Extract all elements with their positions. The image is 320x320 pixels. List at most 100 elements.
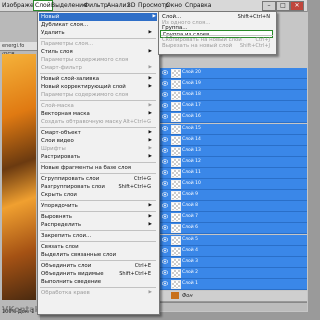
layer-name: Слой 10 <box>182 181 201 186</box>
visibility-eye-icon[interactable] <box>161 247 169 253</box>
layer-row[interactable]: Слой 3 <box>160 256 307 268</box>
menu-help[interactable]: Справка <box>184 1 212 10</box>
submenu-arrow-icon: ▶ <box>148 203 152 208</box>
layer-thumbnail <box>171 292 179 299</box>
menu-item-label: Скрыть слои <box>41 192 77 198</box>
menu-item[interactable]: Новые фрагменты на базе слоя <box>41 164 153 172</box>
menu-item[interactable]: Дубликат слоя... <box>41 21 153 29</box>
layer-row[interactable]: Слой 4 <box>160 245 307 257</box>
menu-separator <box>40 230 156 231</box>
menu-item: Параметры содержимого слоя <box>41 91 153 99</box>
visibility-eye-icon[interactable] <box>161 81 169 86</box>
layer-row[interactable]: Слой 1 <box>160 278 307 290</box>
visibility-eye-icon[interactable] <box>161 170 169 175</box>
layer-thumbnail <box>171 180 181 189</box>
menu-item[interactable]: Распределить ▶ <box>41 221 153 229</box>
visibility-eye-icon[interactable] <box>161 281 169 286</box>
layer-row[interactable]: Слой 8 <box>160 201 307 213</box>
menu-item[interactable]: Новый слой-заливка ▶ <box>41 75 153 83</box>
menu-separator <box>40 73 156 74</box>
menu-item[interactable]: Слои видео ▶ <box>41 137 153 145</box>
menu-item[interactable]: Векторная маска ▶ <box>41 110 153 118</box>
layer-row-background[interactable]: Фон <box>160 291 307 302</box>
visibility-eye-icon[interactable] <box>161 70 169 75</box>
menu-item[interactable]: Выровнять ▶ <box>41 213 153 221</box>
visibility-eye-icon[interactable] <box>161 92 169 97</box>
menu-item[interactable]: Новый корректирующий слой ▶ <box>41 83 153 91</box>
menu-item-label: Объединить слои <box>41 263 92 269</box>
menu-3d[interactable]: 3D <box>126 1 136 10</box>
visibility-eye-icon[interactable] <box>161 214 169 219</box>
minimize-button[interactable]: – <box>262 1 276 11</box>
menu-item[interactable]: Выполнить сведение <box>41 278 153 286</box>
menu-item[interactable]: Удалить ▶ <box>41 29 153 37</box>
menu-item[interactable]: Разгруппировать слои Shift+Ctrl+G <box>41 183 153 191</box>
menu-item-label: Выполнить сведение <box>41 279 102 285</box>
layer-row[interactable]: Слой 10 <box>160 179 307 190</box>
maximize-button[interactable]: □ <box>276 1 290 11</box>
layer-thumbnail <box>171 235 181 245</box>
layer-thumbnail <box>171 268 181 278</box>
menu-item[interactable]: Растрировать ▶ <box>41 153 153 161</box>
layer-row[interactable]: Слой 6 <box>160 223 307 235</box>
menu-window[interactable]: Окно <box>165 1 183 10</box>
layer-name: Слой 17 <box>182 103 201 109</box>
menu-item-label: Стиль слоя <box>41 49 73 55</box>
visibility-eye-icon[interactable] <box>161 192 169 197</box>
menu-item[interactable]: Стиль слоя ▶ <box>41 48 153 56</box>
visibility-eye-icon[interactable] <box>161 148 169 153</box>
menu-item[interactable]: Скрыть слои <box>41 191 153 199</box>
layer-row[interactable]: Слой 9 <box>160 190 307 202</box>
menu-item[interactable]: Выделить связанные слои <box>41 251 153 259</box>
layer-name: Слой 4 <box>182 247 198 253</box>
layer-name: Фон <box>182 293 193 299</box>
visibility-eye-icon[interactable] <box>161 259 169 264</box>
layer-row[interactable]: Слой 11 <box>160 167 307 179</box>
layer-row[interactable]: Слой 14 <box>160 134 307 146</box>
menu-item[interactable]: Закрепить слои... <box>41 232 153 240</box>
layer-row[interactable]: Слой 2 <box>160 267 307 279</box>
submenu-arrow-icon: ▶ <box>152 14 156 19</box>
menu-item[interactable]: Новый ▶ <box>39 13 157 21</box>
layer-row[interactable]: Слой 12 <box>160 156 307 168</box>
menu-separator <box>40 211 156 212</box>
layer-row[interactable]: Слой 20 <box>160 68 307 79</box>
menu-item[interactable]: Объединить видимые Shift+Ctrl+E <box>41 270 153 278</box>
menu-item-shortcut: Shift+Ctrl+E <box>119 271 151 277</box>
visibility-eye-icon[interactable] <box>161 225 169 230</box>
menu-item[interactable]: Связать слои <box>41 243 153 251</box>
menu-item[interactable]: Сгруппировать слои Ctrl+G <box>41 175 153 183</box>
menu-item[interactable]: Объединить слои Ctrl+E <box>41 262 153 270</box>
layer-row[interactable]: Слой 16 <box>160 112 307 124</box>
close-button[interactable]: ✕ <box>290 1 304 11</box>
layer-row[interactable]: Слой 7 <box>160 212 307 224</box>
menu-item-label: Дубликат слоя... <box>41 22 89 28</box>
visibility-eye-icon[interactable] <box>161 114 169 119</box>
document-canvas[interactable] <box>2 54 36 300</box>
visibility-eye-icon[interactable] <box>161 270 169 275</box>
menu-filter[interactable]: Фильтр <box>83 1 109 10</box>
layer-row[interactable]: Слой 19 <box>160 79 307 91</box>
document-tab[interactable]: energi.fo (RGB <box>0 42 38 58</box>
menu-item[interactable]: Смарт-объект ▶ <box>41 129 153 137</box>
visibility-eye-icon[interactable] <box>161 125 169 131</box>
menu-item-label: Связать слои <box>41 244 79 250</box>
menu-item-label: Слой-маска <box>41 103 74 109</box>
menu-item-label: Разгруппировать слои <box>41 184 105 190</box>
menu-item-label: Выделить связанные слои <box>41 252 117 258</box>
layer-row[interactable]: Слой 13 <box>160 145 307 157</box>
visibility-eye-icon[interactable] <box>161 136 169 142</box>
visibility-eye-icon[interactable] <box>161 159 169 164</box>
layer-row[interactable]: Слой 15 <box>160 123 307 135</box>
visibility-eye-icon[interactable] <box>161 203 169 208</box>
visibility-eye-icon[interactable] <box>161 103 169 108</box>
menu-item-label: Новый слой-заливка <box>41 76 100 82</box>
layer-row[interactable]: Слой 18 <box>160 90 307 102</box>
layer-row[interactable]: Слой 17 <box>160 101 307 113</box>
menu-item[interactable]: Упорядочить ▶ <box>41 202 153 210</box>
visibility-eye-icon[interactable] <box>161 236 169 242</box>
layers-panel-footer <box>160 302 307 311</box>
layer-row[interactable]: Слой 5 <box>160 234 307 246</box>
menu-item-label: Новый <box>41 14 60 20</box>
visibility-eye-icon[interactable] <box>161 181 169 186</box>
